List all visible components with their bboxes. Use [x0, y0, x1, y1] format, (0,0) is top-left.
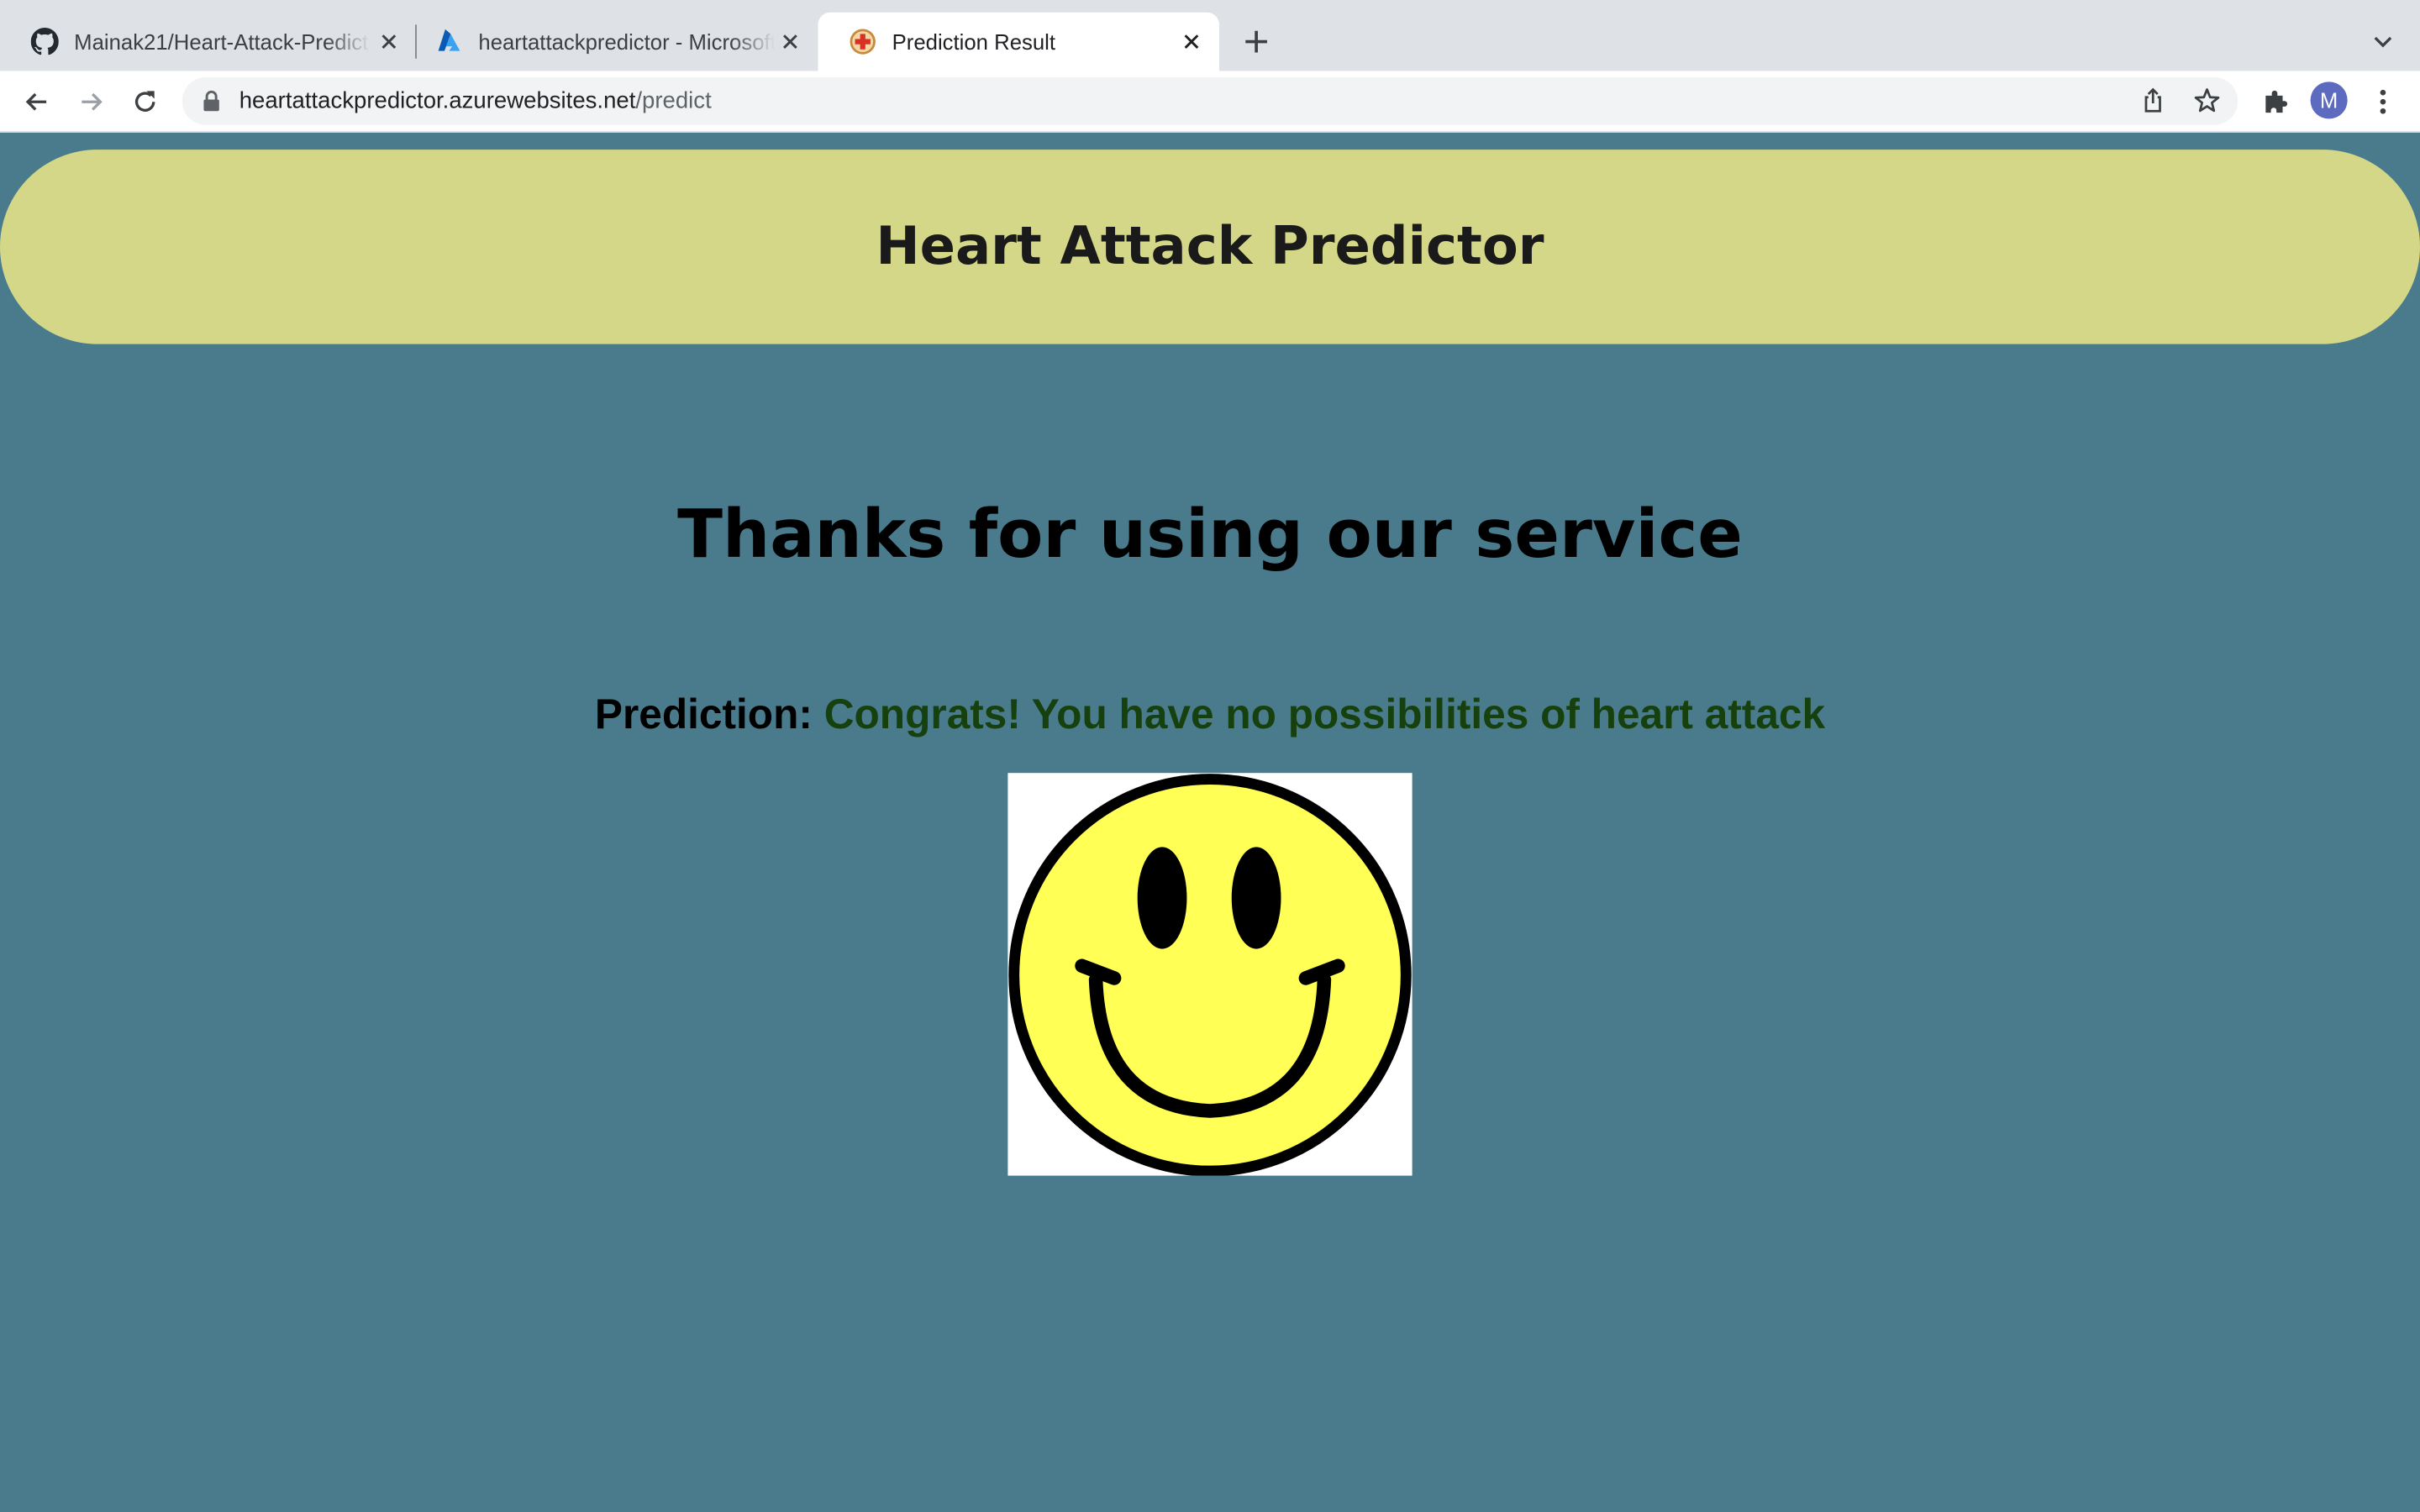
prediction-line: Prediction: Congrats! You have no possib…	[0, 691, 2420, 739]
lock-icon[interactable]	[201, 90, 223, 113]
bookmark-star-icon[interactable]	[2193, 87, 2221, 114]
azure-icon	[438, 29, 460, 51]
prediction-label: Prediction:	[594, 690, 813, 738]
close-icon[interactable]	[1179, 29, 1203, 54]
prediction-result: Congrats! You have no possibilities of h…	[823, 690, 1826, 738]
page-title: Heart Attack Predictor	[876, 216, 1544, 278]
profile-avatar[interactable]: M	[2310, 81, 2348, 119]
url-text[interactable]: heartattackpredictor.azurewebsites.net/p…	[239, 88, 712, 114]
github-icon	[30, 28, 59, 55]
tab-github[interactable]: Mainak21/Heart-Attack-Predictor	[0, 13, 417, 71]
chevron-down-icon[interactable]	[2369, 28, 2396, 55]
tab-title: Mainak21/Heart-Attack-Predictor	[74, 29, 371, 55]
smiley-face-icon	[1008, 774, 1412, 1177]
tab-title: heartattackpredictor - Microsoft Azure	[478, 29, 776, 55]
medical-cross-icon	[850, 29, 876, 55]
share-icon[interactable]	[2139, 87, 2167, 114]
url-host: heartattackpredictor.azurewebsites.net	[239, 87, 636, 114]
smiley-face-image	[1007, 773, 1413, 1177]
close-icon[interactable]	[376, 29, 401, 54]
thanks-heading: Thanks for using our service	[677, 496, 1743, 575]
extensions-puzzle-icon[interactable]	[2260, 87, 2291, 118]
tab-title: Prediction Result	[892, 29, 1056, 55]
browser-toolbar: heartattackpredictor.azurewebsites.net/p…	[0, 71, 2420, 133]
tab-strip: Mainak21/Heart-Attack-Predictor heartatt…	[0, 0, 2420, 71]
url-path: /predict	[635, 87, 712, 114]
tab-prediction-result[interactable]: Prediction Result	[818, 12, 1220, 71]
tab-azure[interactable]: heartattackpredictor - Microsoft Azure	[404, 13, 818, 71]
header-banner: Heart Attack Predictor	[0, 150, 2420, 344]
forward-arrow-icon[interactable]	[76, 87, 107, 118]
close-icon[interactable]	[778, 29, 802, 54]
more-menu-icon[interactable]	[2368, 87, 2399, 118]
page-content: Heart Attack Predictor Thanks for using …	[0, 132, 2420, 1512]
back-arrow-icon[interactable]	[22, 87, 53, 118]
new-tab-plus-icon[interactable]	[1241, 26, 1272, 57]
reload-icon[interactable]	[129, 87, 160, 118]
address-bar[interactable]: heartattackpredictor.azurewebsites.net/p…	[182, 76, 2238, 125]
